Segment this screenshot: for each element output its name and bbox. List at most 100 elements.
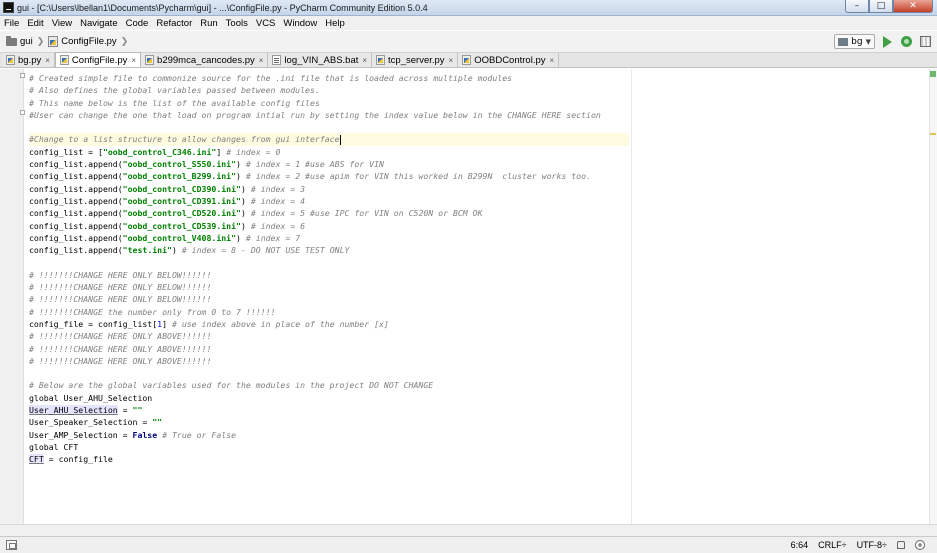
code-line[interactable]: # !!!!!!!CHANGE HERE ONLY BELOW!!!!!!: [29, 269, 629, 281]
code-line[interactable]: # This name below is the list of the ava…: [29, 97, 629, 109]
error-stripe[interactable]: [929, 69, 937, 524]
code-editor[interactable]: # Created simple file to commonize sourc…: [0, 69, 937, 524]
breadcrumb-file[interactable]: ConfigFile.py: [48, 36, 117, 47]
horizontal-scrollbar[interactable]: [0, 524, 937, 536]
menu-help[interactable]: Help: [325, 18, 345, 29]
code-line[interactable]: config_file = config_list[1] # use index…: [29, 318, 629, 330]
code-token: #Change to a list structure to allow cha…: [29, 134, 340, 145]
code-token: global User_AHU_Selection: [29, 392, 153, 403]
code-line[interactable]: # !!!!!!!CHANGE HERE ONLY ABOVE!!!!!!: [29, 343, 629, 355]
file-encoding[interactable]: UTF-8÷: [857, 540, 887, 550]
tab-log-vin-abs-bat[interactable]: log_VIN_ABS.bat ×: [268, 53, 373, 67]
python-file-icon: [376, 55, 386, 65]
project-structure-icon[interactable]: [920, 36, 931, 47]
hector-icon[interactable]: [915, 540, 925, 550]
code-line[interactable]: config_list.append("oobd_control_CD539.i…: [29, 220, 629, 232]
code-line[interactable]: config_list.append("test.ini") # index =…: [29, 244, 629, 256]
code-line[interactable]: # !!!!!!!CHANGE HERE ONLY ABOVE!!!!!!: [29, 330, 629, 342]
tab-tcp-server-py[interactable]: tcp_server.py ×: [372, 53, 459, 67]
menu-window[interactable]: Window: [283, 18, 317, 29]
minimize-button[interactable]: –: [845, 0, 869, 13]
fold-icon[interactable]: [20, 110, 25, 115]
code-line[interactable]: global User_AHU_Selection: [29, 392, 629, 404]
menu-run[interactable]: Run: [200, 18, 217, 29]
tab-label: b299mca_cancodes.py: [157, 54, 255, 66]
close-tab-icon[interactable]: ×: [449, 56, 454, 65]
menu-edit[interactable]: Edit: [27, 18, 43, 29]
lock-icon[interactable]: [897, 541, 905, 549]
menu-code[interactable]: Code: [126, 18, 149, 29]
code-token: "oobd_control_CD391.ini": [122, 195, 241, 206]
tool-windows-toggle-icon[interactable]: [6, 540, 17, 550]
tab-label: bg.py: [18, 54, 42, 66]
tab-configfile-py[interactable]: ConfigFile.py ×: [54, 52, 142, 67]
code-line[interactable]: User_Speaker_Selection = "": [29, 416, 629, 428]
code-line[interactable]: # Also defines the global variables pass…: [29, 84, 629, 96]
python-file-icon: [6, 55, 15, 65]
code-line[interactable]: # !!!!!!!CHANGE the number only from 0 t…: [29, 306, 629, 318]
code-token: =: [117, 405, 133, 416]
code-line[interactable]: User_AHU_Selection = "": [29, 404, 629, 416]
code-line[interactable]: User_AMP_Selection = False # True or Fal…: [29, 429, 629, 441]
tab-bg-py[interactable]: bg.py ×: [2, 53, 55, 67]
code-token: # index = 4: [250, 195, 306, 206]
code-line[interactable]: #User can change the one that load on pr…: [29, 109, 629, 121]
code-line[interactable]: config_list.append("oobd_control_V408.in…: [29, 232, 629, 244]
folder-icon: [6, 35, 17, 46]
code-token: # !!!!!!!CHANGE HERE ONLY BELOW!!!!!!: [29, 269, 212, 280]
breadcrumb-project[interactable]: gui: [6, 35, 33, 47]
code-line[interactable]: # !!!!!!!CHANGE HERE ONLY ABOVE!!!!!!: [29, 355, 629, 367]
run-icon[interactable]: [883, 35, 892, 48]
menu-navigate[interactable]: Navigate: [80, 18, 118, 29]
python-file-icon: [48, 36, 59, 47]
tab-oobdcontrol-py[interactable]: OOBDControl.py ×: [458, 53, 560, 67]
inspection-ok-icon[interactable]: [930, 71, 936, 77]
right-margin-guide: [631, 69, 632, 524]
code-line[interactable]: CFT = config_file: [29, 453, 629, 465]
code-line[interactable]: # !!!!!!!CHANGE HERE ONLY BELOW!!!!!!: [29, 293, 629, 305]
debug-icon[interactable]: [901, 36, 912, 47]
code-line[interactable]: [29, 256, 629, 268]
code-line[interactable]: # Created simple file to commonize sourc…: [29, 72, 629, 84]
code-token: # index = 3: [250, 183, 306, 194]
caret-position[interactable]: 6:64: [791, 540, 809, 550]
menu-vcs[interactable]: VCS: [256, 18, 276, 29]
code-token: # index = 2 #use apim for VIN this worke…: [245, 171, 591, 182]
code-line[interactable]: # !!!!!!!CHANGE HERE ONLY BELOW!!!!!!: [29, 281, 629, 293]
code-line[interactable]: global CFT: [29, 441, 629, 453]
code-token: "": [132, 405, 143, 416]
code-line[interactable]: # Below are the global variables used fo…: [29, 379, 629, 391]
fold-icon[interactable]: [20, 73, 25, 78]
run-toolbar: bg ▼: [834, 34, 931, 49]
tab-label: tcp_server.py: [388, 54, 445, 66]
tab-b299mca-cancodes-py[interactable]: b299mca_cancodes.py ×: [141, 53, 269, 67]
code-line[interactable]: [29, 367, 629, 379]
code-line[interactable]: [29, 121, 629, 133]
line-separator[interactable]: CRLF÷: [818, 540, 846, 550]
menu-file[interactable]: File: [4, 18, 19, 29]
close-tab-icon[interactable]: ×: [362, 56, 367, 65]
close-tab-icon[interactable]: ×: [259, 56, 264, 65]
warning-marker[interactable]: [930, 133, 936, 135]
code-line[interactable]: config_list.append("oobd_control_B299.in…: [29, 170, 629, 182]
code-area[interactable]: # Created simple file to commonize sourc…: [29, 72, 629, 466]
menu-view[interactable]: View: [52, 18, 72, 29]
menu-refactor[interactable]: Refactor: [156, 18, 192, 29]
close-tab-icon[interactable]: ×: [131, 56, 136, 65]
run-configuration-select[interactable]: bg ▼: [834, 34, 875, 49]
code-line[interactable]: config_list = ["oobd_control_C346.ini"] …: [29, 146, 629, 158]
close-button[interactable]: ✕: [893, 0, 933, 13]
menu-tools[interactable]: Tools: [226, 18, 248, 29]
close-tab-icon[interactable]: ×: [45, 56, 50, 65]
editor-gutter[interactable]: [0, 69, 25, 524]
code-line[interactable]: config_list.append("oobd_control_CD520.i…: [29, 207, 629, 219]
code-line[interactable]: config_list.append("oobd_control_CD391.i…: [29, 195, 629, 207]
code-token: False: [132, 429, 158, 440]
close-tab-icon[interactable]: ×: [550, 56, 555, 65]
code-line[interactable]: config_list.append("oobd_control_S550.in…: [29, 158, 629, 170]
code-line[interactable]: config_list.append("oobd_control_CD390.i…: [29, 183, 629, 195]
code-line[interactable]: #Change to a list structure to allow cha…: [29, 133, 629, 146]
code-token: # index = 7: [245, 232, 301, 243]
code-token: config_list.append(: [29, 208, 123, 219]
maximize-button[interactable]: □: [869, 0, 893, 13]
